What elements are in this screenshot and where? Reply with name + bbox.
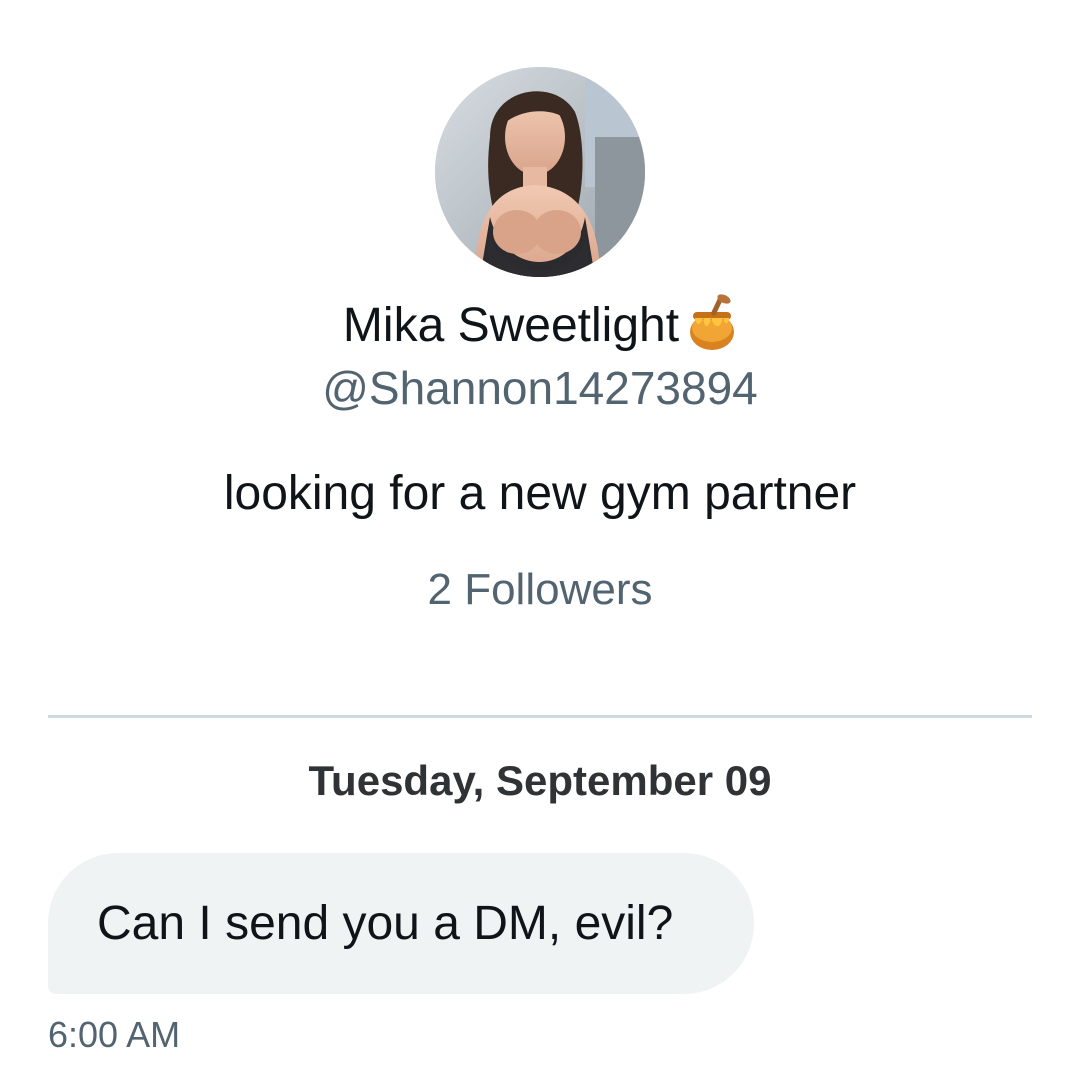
message-text: Can I send you a DM, evil? (97, 897, 674, 950)
section-divider (48, 715, 1032, 718)
honey-pot-icon (687, 294, 737, 352)
profile-header: Mika Sweetlight @Shannon14273894 looking… (0, 0, 1080, 716)
message-timestamp: 6:00 AM (48, 1014, 181, 1055)
avatar[interactable] (435, 67, 645, 277)
date-separator: Tuesday, September 09 (308, 757, 772, 804)
profile-display-name: Mika Sweetlight (342, 299, 680, 352)
profile-bio: looking for a new gym partner (223, 467, 857, 520)
message-bubble[interactable]: Can I send you a DM, evil? (48, 853, 754, 994)
profile-handle[interactable]: @Shannon14273894 (0, 358, 1080, 418)
avatar-image (435, 67, 645, 277)
profile-name-row: Mika Sweetlight (0, 294, 1080, 358)
followers-count-link[interactable]: 2 Followers (0, 560, 1080, 620)
